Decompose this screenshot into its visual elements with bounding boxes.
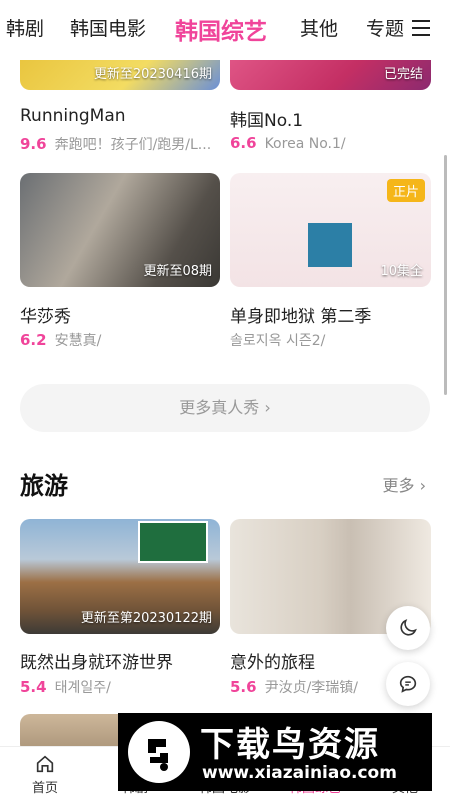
menu-icon[interactable]	[412, 20, 430, 36]
card-cast: 尹汝贞/李瑞镇/	[264, 680, 359, 696]
nav-home-label: 首页	[31, 781, 58, 796]
nav-home[interactable]: 首页	[0, 751, 90, 796]
card-score: 5.6	[230, 678, 257, 696]
section-more-label: 更多	[382, 476, 415, 495]
card-title[interactable]: 华莎秀	[20, 302, 71, 327]
chevron-right-icon: ›	[259, 398, 271, 417]
card-score: 5.4	[20, 678, 47, 696]
card-cast: 安慧真/	[54, 333, 102, 349]
tab-korean-variety[interactable]: 韩国综艺	[175, 12, 267, 46]
road-sign	[138, 521, 208, 563]
tab-other[interactable]: 其他	[300, 14, 338, 41]
chat-icon[interactable]	[386, 662, 430, 706]
card-meta: 솔로지옥 시즌2/	[230, 330, 325, 350]
card-cast: 태계일주/	[54, 680, 111, 696]
card-badge: 更新至08期	[143, 264, 212, 279]
more-reality-label: 更多真人秀	[179, 398, 260, 417]
card-title[interactable]: RunningMan	[20, 106, 126, 126]
watermark-banner: 下载鸟资源 www.xiazainiao.com	[118, 713, 432, 791]
tab-topic[interactable]: 专题	[366, 14, 404, 41]
card-badge: 10集全	[380, 264, 423, 279]
card-thumbnail[interactable]: 正片 10集全	[230, 173, 431, 287]
card-score: 9.6	[20, 135, 47, 153]
moon-icon[interactable]	[386, 606, 430, 650]
video-placeholder-icon	[308, 223, 352, 267]
chevron-right-icon: ›	[414, 476, 426, 495]
card-title[interactable]: 意外的旅程	[230, 648, 315, 673]
scrollbar[interactable]	[444, 155, 447, 395]
watermark-text: 下载鸟资源	[200, 725, 380, 765]
top-tab-bar: 韩剧 韩国电影 韩国综艺 其他 专题	[0, 0, 450, 60]
section-more-link[interactable]: 更多 ›	[383, 472, 427, 496]
card-cast: 奔跑吧！孩子们/跑男/L...	[54, 137, 212, 153]
tab-korean-drama[interactable]: 韩剧	[6, 14, 44, 41]
card-badge: 已完结	[383, 67, 423, 82]
card-score: 6.2	[20, 331, 47, 349]
more-reality-button[interactable]: 更多真人秀 ›	[20, 384, 430, 432]
card-meta: 6.6 Korea No.1/	[230, 134, 346, 152]
card-thumbnail[interactable]: 更新至第20230122期	[20, 519, 220, 634]
card-cast: 솔로지옥 시즌2/	[230, 333, 326, 349]
card-cast: Korea No.1/	[264, 136, 346, 152]
card-title[interactable]: 韩国No.1	[230, 106, 303, 131]
card-badge: 更新至20230416期	[93, 67, 212, 82]
card-meta: 5.4 태계일주/	[20, 677, 111, 697]
card-badge: 更新至第20230122期	[80, 611, 212, 626]
card-score: 6.6	[230, 134, 257, 152]
card-thumbnail[interactable]: 更新至08期	[20, 173, 220, 287]
card-title[interactable]: 既然出身就环游世界	[20, 648, 173, 673]
card-meta: 9.6 奔跑吧！孩子们/跑男/L...	[20, 134, 211, 154]
full-episode-tag: 正片	[386, 179, 425, 202]
bird-logo-icon	[128, 721, 190, 783]
card-meta: 5.6 尹汝贞/李瑞镇/	[230, 677, 358, 697]
section-title: 旅游	[20, 472, 68, 500]
home-icon	[0, 751, 90, 777]
card-meta: 6.2 安慧真/	[20, 330, 101, 350]
tab-korean-movie[interactable]: 韩国电影	[70, 14, 146, 41]
watermark-url: www.xiazainiao.com	[202, 763, 397, 783]
card-title[interactable]: 单身即地狱 第二季	[230, 302, 371, 327]
